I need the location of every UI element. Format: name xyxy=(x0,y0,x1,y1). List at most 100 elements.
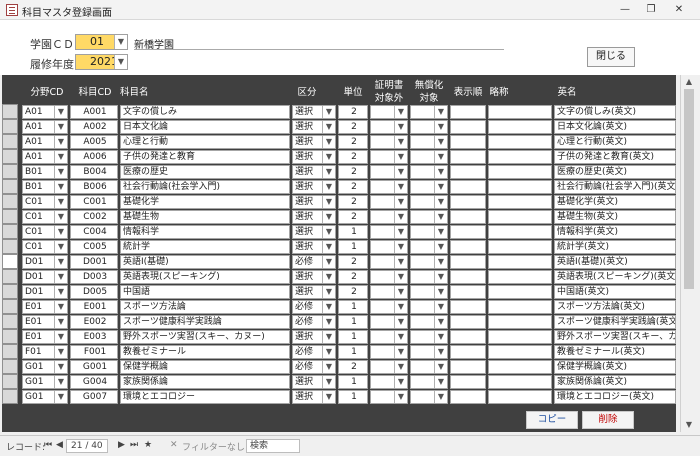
table-row[interactable]: G01 ▼ G004 家族関係論 選択 ▼ 1 ▼ ▼ 家族関係論(英文) xyxy=(2,374,676,389)
chevron-down-icon[interactable]: ▼ xyxy=(54,376,67,388)
field-cd-cell[interactable]: A01 ▼ xyxy=(22,135,68,149)
abbrev-cell[interactable] xyxy=(488,255,552,269)
credits-cell[interactable]: 2 xyxy=(338,270,368,284)
free-tuition-cell[interactable]: ▼ xyxy=(410,120,448,134)
chevron-down-icon[interactable]: ▼ xyxy=(394,211,407,223)
chevron-down-icon[interactable]: ▼ xyxy=(434,241,447,253)
field-cd-cell[interactable]: C01 ▼ xyxy=(22,210,68,224)
year-combo[interactable]: 2021 ▼ xyxy=(75,54,128,70)
free-tuition-cell[interactable]: ▼ xyxy=(410,360,448,374)
abbrev-cell[interactable] xyxy=(488,225,552,239)
abbrev-cell[interactable] xyxy=(488,360,552,374)
field-cd-cell[interactable]: C01 ▼ xyxy=(22,195,68,209)
display-order-cell[interactable] xyxy=(450,300,486,314)
vertical-scrollbar[interactable]: ▲ ▼ xyxy=(680,75,696,432)
display-order-cell[interactable] xyxy=(450,210,486,224)
abbrev-cell[interactable] xyxy=(488,165,552,179)
category-cell[interactable]: 選択 ▼ xyxy=(292,180,336,194)
chevron-down-icon[interactable]: ▼ xyxy=(54,256,67,268)
table-row[interactable]: C01 ▼ C005 統計学 選択 ▼ 1 ▼ ▼ 統計学(英文) xyxy=(2,239,676,254)
display-order-cell[interactable] xyxy=(450,255,486,269)
record-selector[interactable] xyxy=(2,314,18,329)
field-cd-cell[interactable]: G01 ▼ xyxy=(22,360,68,374)
english-name-cell[interactable]: スポーツ健康科学実践論(英文 xyxy=(554,315,676,329)
chevron-down-icon[interactable]: ▼ xyxy=(322,346,335,358)
record-selector[interactable] xyxy=(2,374,18,389)
scroll-up-icon[interactable]: ▲ xyxy=(681,75,697,89)
english-name-cell[interactable]: 医療の歴史(英文) xyxy=(554,165,676,179)
table-row[interactable]: A01 ▼ A002 日本文化論 選択 ▼ 2 ▼ ▼ 日本文化論(英文) xyxy=(2,119,676,134)
display-order-cell[interactable] xyxy=(450,165,486,179)
english-name-cell[interactable]: 心理と行動(英文) xyxy=(554,135,676,149)
record-selector[interactable] xyxy=(2,299,18,314)
display-order-cell[interactable] xyxy=(450,285,486,299)
cert-exempt-cell[interactable]: ▼ xyxy=(370,210,408,224)
record-selector[interactable] xyxy=(2,359,18,374)
table-row[interactable]: B01 ▼ B006 社会行動論(社会学入門) 選択 ▼ 2 ▼ ▼ 社会行動論(社会学入門)(英… xyxy=(2,179,676,194)
chevron-down-icon[interactable]: ▼ xyxy=(394,241,407,253)
field-cd-cell[interactable]: E01 ▼ xyxy=(22,315,68,329)
free-tuition-cell[interactable]: ▼ xyxy=(410,150,448,164)
chevron-down-icon[interactable]: ▼ xyxy=(54,391,67,403)
record-position[interactable]: 21 / 40 xyxy=(66,439,108,453)
english-name-cell[interactable]: スポーツ方法論(英文) xyxy=(554,300,676,314)
abbrev-cell[interactable] xyxy=(488,240,552,254)
chevron-down-icon[interactable]: ▼ xyxy=(54,226,67,238)
school-cd-combo[interactable]: 01 ▼ xyxy=(75,34,128,50)
subject-name-cell[interactable]: 社会行動論(社会学入門) xyxy=(120,180,290,194)
chevron-down-icon[interactable]: ▼ xyxy=(322,226,335,238)
subject-name-cell[interactable]: 教養ゼミナール xyxy=(120,345,290,359)
display-order-cell[interactable] xyxy=(450,225,486,239)
subject-name-cell[interactable]: 子供の発達と教育 xyxy=(120,150,290,164)
record-selector[interactable] xyxy=(2,224,18,239)
next-record-icon[interactable]: ▶ xyxy=(118,440,125,450)
chevron-down-icon[interactable]: ▼ xyxy=(434,256,447,268)
chevron-down-icon[interactable]: ▼ xyxy=(434,361,447,373)
last-record-icon[interactable]: ⏭ xyxy=(130,440,138,450)
chevron-down-icon[interactable]: ▼ xyxy=(394,196,407,208)
subject-cd-cell[interactable]: E003 xyxy=(70,330,118,344)
table-row[interactable]: E01 ▼ E003 野外スポーツ実習(スキー、カヌー) 選択 ▼ 1 ▼ ▼ 野外スポーツ実習(… xyxy=(2,329,676,344)
cert-exempt-cell[interactable]: ▼ xyxy=(370,195,408,209)
chevron-down-icon[interactable]: ▼ xyxy=(322,241,335,253)
cert-exempt-cell[interactable]: ▼ xyxy=(370,270,408,284)
abbrev-cell[interactable] xyxy=(488,300,552,314)
subject-cd-cell[interactable]: D001 xyxy=(70,255,118,269)
field-cd-cell[interactable]: A01 ▼ xyxy=(22,105,68,119)
free-tuition-cell[interactable]: ▼ xyxy=(410,255,448,269)
display-order-cell[interactable] xyxy=(450,105,486,119)
cert-exempt-cell[interactable]: ▼ xyxy=(370,375,408,389)
cert-exempt-cell[interactable]: ▼ xyxy=(370,180,408,194)
category-cell[interactable]: 必修 ▼ xyxy=(292,360,336,374)
chevron-down-icon[interactable]: ▼ xyxy=(54,136,67,148)
subject-cd-cell[interactable]: E002 xyxy=(70,315,118,329)
chevron-down-icon[interactable]: ▼ xyxy=(394,301,407,313)
credits-cell[interactable]: 1 xyxy=(338,315,368,329)
chevron-down-icon[interactable]: ▼ xyxy=(394,136,407,148)
category-cell[interactable]: 選択 ▼ xyxy=(292,375,336,389)
chevron-down-icon[interactable]: ▼ xyxy=(434,181,447,193)
field-cd-cell[interactable]: G01 ▼ xyxy=(22,390,68,404)
english-name-cell[interactable]: 野外スポーツ実習(スキー、カヌ xyxy=(554,330,676,344)
subject-cd-cell[interactable]: G004 xyxy=(70,375,118,389)
chevron-down-icon[interactable]: ▼ xyxy=(434,331,447,343)
credits-cell[interactable]: 2 xyxy=(338,195,368,209)
credits-cell[interactable]: 2 xyxy=(338,120,368,134)
record-selector[interactable] xyxy=(2,344,18,359)
table-row[interactable]: D01 ▼ D005 中国語 選択 ▼ 2 ▼ ▼ 中国語(英文) xyxy=(2,284,676,299)
category-cell[interactable]: 選択 ▼ xyxy=(292,120,336,134)
chevron-down-icon[interactable]: ▼ xyxy=(322,211,335,223)
table-row[interactable]: F01 ▼ F001 教養ゼミナール 必修 ▼ 1 ▼ ▼ 教養ゼミナール(英文) xyxy=(2,344,676,359)
cert-exempt-cell[interactable]: ▼ xyxy=(370,165,408,179)
chevron-down-icon[interactable]: ▼ xyxy=(54,316,67,328)
display-order-cell[interactable] xyxy=(450,195,486,209)
subject-cd-cell[interactable]: A006 xyxy=(70,150,118,164)
close-form-button[interactable]: 閉じる xyxy=(587,47,635,67)
subject-cd-cell[interactable]: G007 xyxy=(70,390,118,404)
free-tuition-cell[interactable]: ▼ xyxy=(410,210,448,224)
display-order-cell[interactable] xyxy=(450,390,486,404)
free-tuition-cell[interactable]: ▼ xyxy=(410,390,448,404)
english-name-cell[interactable]: 保健学概論(英文) xyxy=(554,360,676,374)
chevron-down-icon[interactable]: ▼ xyxy=(394,181,407,193)
display-order-cell[interactable] xyxy=(450,270,486,284)
